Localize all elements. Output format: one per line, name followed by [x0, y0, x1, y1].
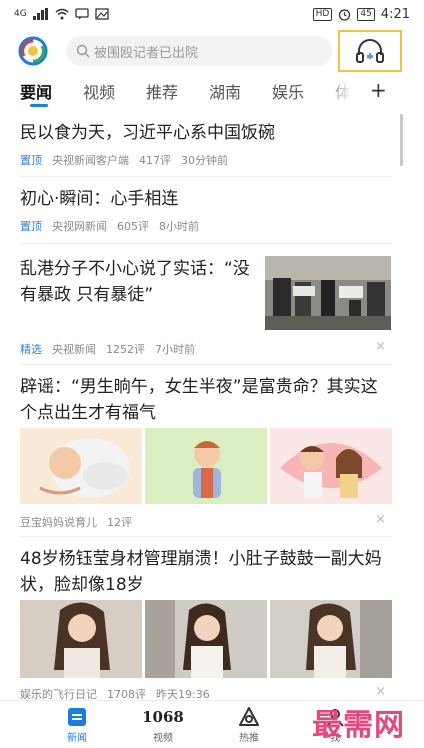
video-count-icon: 1068	[142, 708, 184, 726]
article-comments: 12评	[107, 516, 132, 529]
article-item[interactable]: 初心·瞬间：心手相连 置顶 央视网新闻 605评 8小时前	[20, 186, 392, 234]
article-comments: 417评	[139, 154, 171, 167]
news-icon	[68, 708, 86, 726]
dismiss-button[interactable]: ×	[375, 339, 386, 354]
audio-news-button[interactable]	[338, 30, 402, 72]
article-title: 48岁杨钰莹身材管理崩溃！小肚子鼓鼓一副大妈状，脸却像18岁	[20, 549, 382, 595]
article-time: 7小时前	[155, 343, 195, 356]
battery-indicator: 45	[357, 7, 375, 21]
article-title: 初心·瞬间：心手相连	[20, 189, 179, 209]
featured-tag: 精选	[20, 343, 42, 356]
nav-video-label: 视频	[153, 733, 173, 744]
article-item[interactable]: 民以食为天，习近平心系中国饭碗 置顶 央视新闻客户端 417评 30分钟前	[20, 120, 392, 168]
active-tab-indicator	[30, 104, 48, 107]
article-item[interactable]: 48岁杨钰莹身材管理崩溃！小肚子鼓鼓一副大妈状，脸却像18岁	[20, 546, 392, 598]
image-icon	[95, 8, 109, 20]
pinned-tag: 置顶	[20, 220, 42, 233]
signal-label: 4G	[14, 9, 27, 19]
add-channel-button[interactable]: +	[370, 78, 387, 102]
article-meta: 置顶 央视网新闻 605评 8小时前	[20, 218, 392, 234]
article-title: 辟谣：“男生晌午，女生半夜”是富贵命？其实这个点出生才有福气	[20, 377, 378, 423]
site-watermark: 最需网	[312, 708, 405, 743]
divider	[20, 536, 392, 537]
tab-hunan[interactable]: 湖南	[209, 79, 241, 103]
article-meta: 精选 央视新闻 1252评 7小时前	[20, 341, 195, 357]
article-comments: 605评	[117, 220, 149, 233]
protest-photo	[265, 256, 391, 330]
article-item[interactable]: 辟谣：“男生晌午，女生半夜”是富贵命？其实这个点出生才有福气	[20, 374, 392, 426]
celebrity-photo	[20, 600, 142, 678]
article-thumbnail[interactable]	[270, 600, 392, 678]
message-icon	[75, 8, 89, 20]
article-time: 8小时前	[159, 220, 199, 233]
clock: 4:21	[380, 6, 410, 22]
hd-badge: HD	[312, 7, 333, 21]
nav-hot[interactable]: 热推	[224, 705, 274, 744]
signal-icon	[32, 8, 48, 20]
nav-news[interactable]: 新闻	[52, 705, 102, 744]
tab-fade	[322, 76, 366, 106]
wifi-icon	[55, 8, 69, 20]
nav-video[interactable]: 1068 视频	[138, 705, 188, 744]
pinned-tag: 置顶	[20, 154, 42, 167]
article-thumbnail[interactable]	[145, 428, 267, 504]
top-bar: 被围殴记者已出院	[0, 30, 424, 74]
article-thumbnail[interactable]	[20, 428, 142, 504]
article-thumbnail[interactable]	[20, 600, 142, 678]
baby-illustration	[20, 428, 142, 504]
status-right: HD 45 4:21	[312, 6, 410, 22]
dismiss-button[interactable]: ×	[375, 512, 386, 527]
celebrity-photo	[270, 600, 392, 678]
celebrity-photo	[145, 600, 267, 678]
article-thumbnail[interactable]	[145, 600, 267, 678]
article-source: 央视新闻客户端	[52, 154, 129, 167]
article-source: 央视新闻	[52, 343, 96, 356]
nav-news-label: 新闻	[67, 733, 87, 744]
search-icon	[76, 44, 90, 58]
article-comments: 1252评	[106, 343, 145, 356]
article-thumbnail[interactable]	[270, 428, 392, 504]
divider	[20, 364, 392, 365]
couple-illustration	[270, 428, 392, 504]
article-thumbnail[interactable]	[265, 256, 391, 330]
status-left: 4G	[14, 8, 109, 20]
article-meta: 豆宝妈妈说育儿 12评	[20, 514, 132, 530]
alarm-icon	[339, 8, 351, 21]
divider	[20, 176, 392, 177]
dismiss-button[interactable]: ×	[375, 684, 386, 699]
tab-video[interactable]: 视频	[83, 79, 115, 103]
tab-entertainment[interactable]: 娱乐	[272, 79, 304, 103]
article-source: 央视网新闻	[52, 220, 107, 233]
hot-icon	[239, 707, 259, 726]
article-title: 乱港分子不小心说了实话：“没有暴政 只有暴徒”	[20, 259, 250, 305]
article-meta: 置顶 央视新闻客户端 417评 30分钟前	[20, 152, 392, 168]
nav-hot-label: 热推	[239, 733, 259, 744]
tab-recommend[interactable]: 推荐	[146, 79, 178, 103]
man-illustration	[145, 428, 267, 504]
headphones-icon	[356, 39, 384, 63]
article-source: 豆宝妈妈说育儿	[20, 516, 97, 529]
scrollbar[interactable]	[400, 114, 403, 166]
app-logo[interactable]	[18, 36, 48, 66]
search-placeholder: 被围殴记者已出院	[94, 45, 199, 61]
search-input[interactable]: 被围殴记者已出院	[66, 36, 332, 66]
divider	[20, 243, 392, 244]
tab-headlines[interactable]: 要闻	[20, 79, 52, 103]
article-time: 30分钟前	[181, 154, 228, 167]
article-title: 民以食为天，习近平心系中国饭碗	[20, 123, 275, 143]
status-bar: 4G HD 45 4:21	[0, 0, 424, 28]
